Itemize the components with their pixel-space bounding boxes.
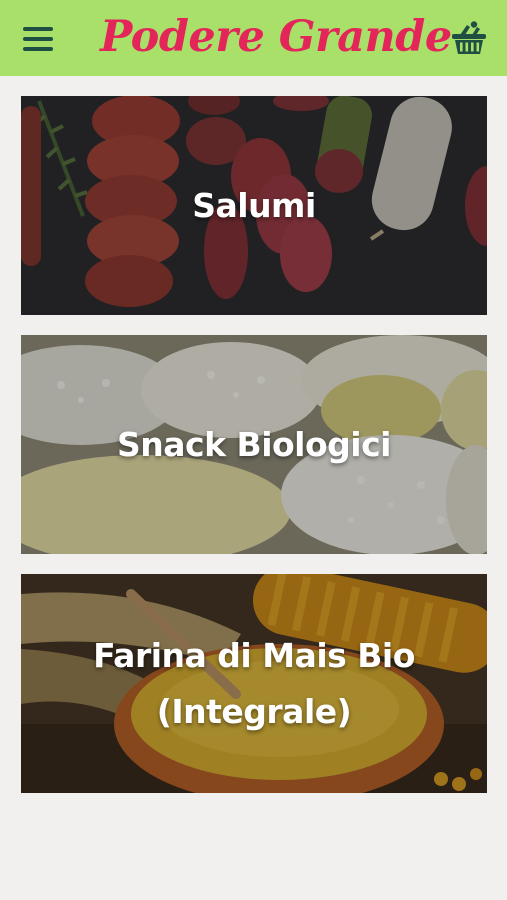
category-label: Snack Biologici bbox=[117, 424, 391, 464]
menu-line bbox=[23, 37, 53, 41]
category-card-farina-di-mais[interactable]: Farina di Mais Bio (Integrale) bbox=[21, 574, 487, 793]
category-card-snack-biologici[interactable]: Snack Biologici bbox=[21, 335, 487, 554]
hamburger-menu-icon[interactable] bbox=[23, 26, 53, 52]
app-header: Podere Grande bbox=[0, 0, 507, 76]
shopping-basket-icon[interactable] bbox=[450, 19, 488, 57]
category-card-salumi[interactable]: Salumi bbox=[21, 96, 487, 315]
menu-line bbox=[23, 27, 53, 31]
category-label: Farina di Mais Bio (Integrale) bbox=[93, 635, 415, 731]
brand-logo-text[interactable]: Podere Grande bbox=[100, 6, 452, 68]
category-label: Salumi bbox=[192, 185, 316, 225]
menu-line bbox=[23, 47, 53, 51]
